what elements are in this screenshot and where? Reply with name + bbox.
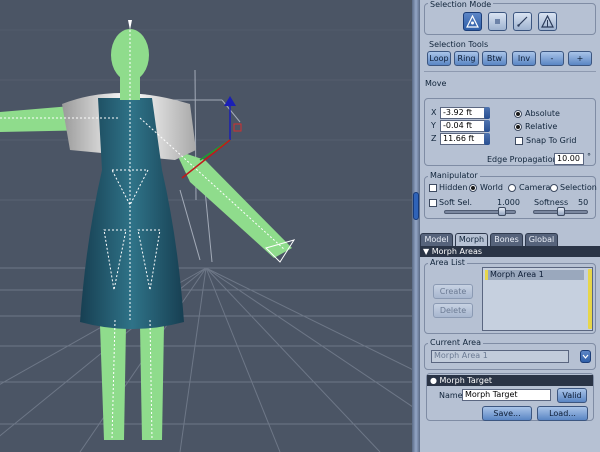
lasso-select-button[interactable] xyxy=(538,12,557,31)
grow-selection-button[interactable]: + xyxy=(568,51,592,66)
degree-symbol: ° xyxy=(587,152,591,161)
morph-areas-header[interactable]: ▼ Morph Areas xyxy=(420,246,600,257)
selection-radio[interactable] xyxy=(550,184,558,192)
soft-sel-checkbox[interactable] xyxy=(429,199,437,207)
tab-bones[interactable]: Bones xyxy=(490,233,523,246)
load-button[interactable]: Load... xyxy=(537,406,588,421)
ring-button[interactable]: Ring xyxy=(454,51,479,66)
tab-morph[interactable]: Morph xyxy=(455,233,488,246)
x-label: X xyxy=(431,108,437,117)
selection-mode-title: Selection Mode xyxy=(428,0,494,10)
scene-render xyxy=(0,20,412,452)
valid-button[interactable]: Valid xyxy=(557,388,587,403)
vertex-select-icon xyxy=(466,15,479,28)
manipulator-title: Manipulator xyxy=(428,171,480,181)
z-label: Z xyxy=(431,134,437,143)
tool-panel: Selection Mode Selection Tools Loop Ring… xyxy=(420,0,600,452)
save-button[interactable]: Save... xyxy=(482,406,532,421)
create-button[interactable]: Create xyxy=(433,284,473,299)
divider xyxy=(424,71,596,72)
world-radio[interactable] xyxy=(469,184,477,192)
y-label: Y xyxy=(431,121,436,130)
x-spinner[interactable] xyxy=(484,107,490,119)
current-area-title: Current Area xyxy=(428,338,483,348)
snap-to-grid-checkbox[interactable] xyxy=(515,137,523,145)
current-area-dropdown-button[interactable] xyxy=(580,350,591,363)
area-list[interactable]: Morph Area 1 xyxy=(482,267,593,331)
hidden-label: Hidden xyxy=(439,183,468,192)
tab-model[interactable]: Model xyxy=(420,233,453,246)
selection-label: Selection xyxy=(560,183,597,192)
shrink-selection-button[interactable]: - xyxy=(540,51,564,66)
absolute-label: Absolute xyxy=(525,109,560,118)
edge-propagation-label: Edge Propagation xyxy=(487,155,558,164)
lasso-select-icon xyxy=(541,15,554,28)
camera-label: Camera xyxy=(519,183,551,192)
vertex-select-button[interactable] xyxy=(463,12,482,31)
y-spinner[interactable] xyxy=(484,120,490,132)
selection-tools-title: Selection Tools xyxy=(429,40,489,49)
delete-button[interactable]: Delete xyxy=(433,303,473,318)
between-button[interactable]: Btw xyxy=(482,51,507,66)
relative-label: Relative xyxy=(525,122,558,131)
app-window: Selection Mode Selection Tools Loop Ring… xyxy=(0,0,600,452)
edge-select-button[interactable] xyxy=(513,12,532,31)
invert-button[interactable]: Inv xyxy=(512,51,536,66)
x-field[interactable]: -3.92 ft xyxy=(440,107,486,119)
camera-radio[interactable] xyxy=(508,184,516,192)
current-area-dropdown[interactable]: Morph Area 1 xyxy=(431,350,569,363)
ground-grid xyxy=(0,29,412,452)
face-select-icon xyxy=(495,19,500,24)
morph-target-name-field[interactable]: Morph Target xyxy=(462,389,551,401)
edge-propagation-field[interactable]: 10.00 xyxy=(554,153,584,165)
world-label: World xyxy=(480,183,503,192)
area-list-scrollbar[interactable] xyxy=(588,269,592,329)
snap-to-grid-label: Snap To Grid xyxy=(526,136,577,145)
splitter-handle[interactable] xyxy=(413,192,419,220)
soft-sel-slider-thumb[interactable] xyxy=(498,207,507,216)
list-item[interactable]: Morph Area 1 xyxy=(485,270,584,280)
relative-radio[interactable] xyxy=(514,123,522,131)
panel-splitter[interactable] xyxy=(412,0,420,452)
y-field[interactable]: -0.04 ft xyxy=(440,120,486,132)
absolute-radio[interactable] xyxy=(514,110,522,118)
move-title: Move xyxy=(425,79,447,88)
tab-global[interactable]: Global xyxy=(525,233,558,246)
area-list-title: Area List xyxy=(428,258,467,268)
z-spinner[interactable] xyxy=(484,133,490,145)
3d-viewport[interactable] xyxy=(0,0,412,452)
softness-slider-thumb[interactable] xyxy=(556,207,565,216)
loop-button[interactable]: Loop xyxy=(427,51,451,66)
morph-target-header[interactable]: ● Morph Target xyxy=(427,375,593,386)
hidden-checkbox[interactable] xyxy=(429,184,437,192)
softness-value: 50 xyxy=(578,198,589,207)
chevron-down-icon xyxy=(582,354,589,359)
face-select-button[interactable] xyxy=(488,12,507,31)
soft-sel-label: Soft Sel. xyxy=(439,198,473,207)
z-field[interactable]: 11.66 ft xyxy=(440,133,486,145)
edge-select-icon xyxy=(517,16,528,27)
